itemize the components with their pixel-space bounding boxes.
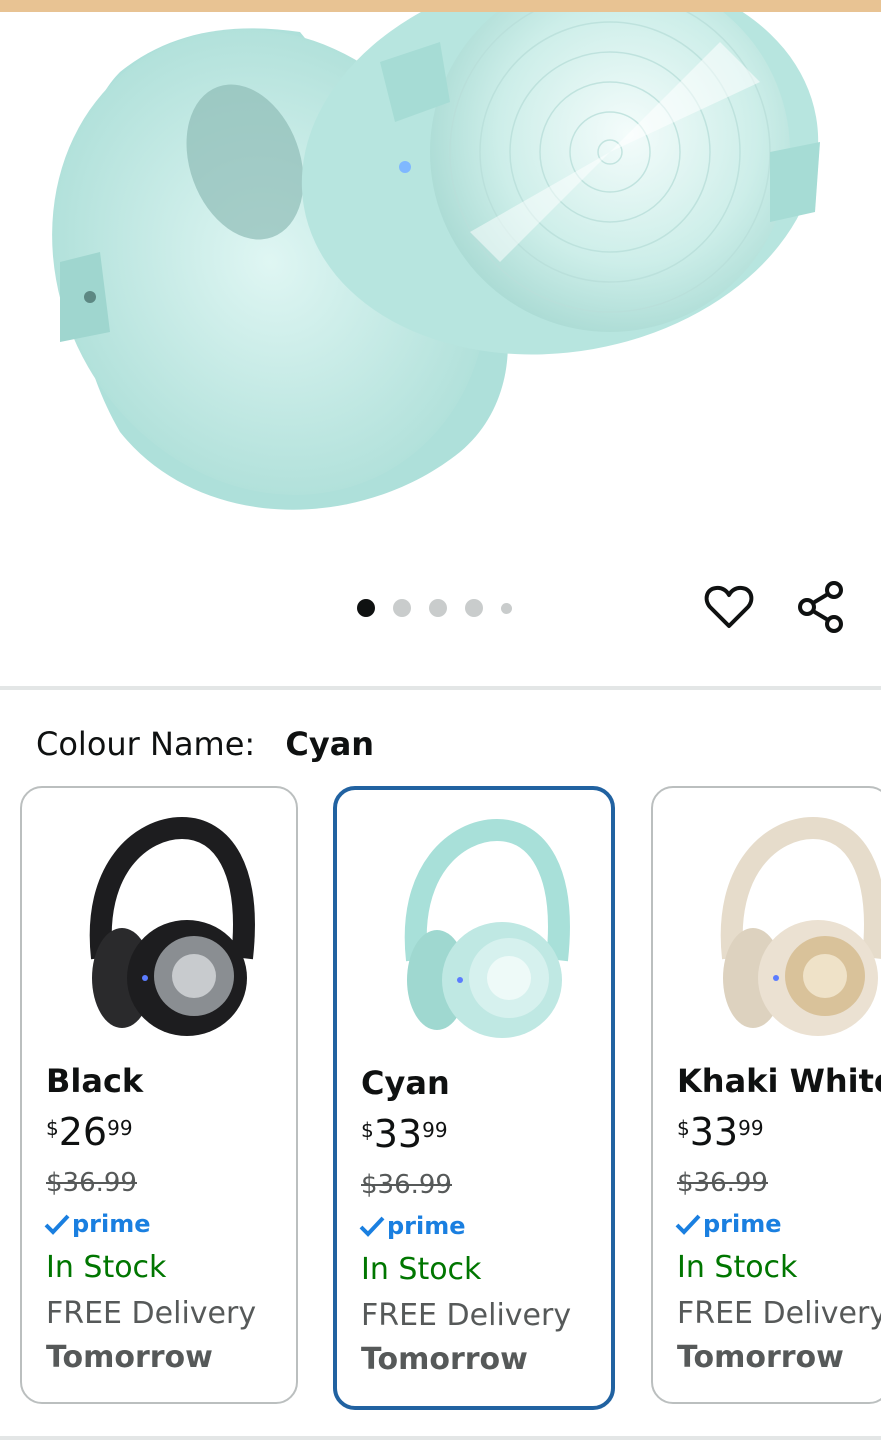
headphones-thumbnail-khaki-white [720,816,881,1036]
price-fraction: 99 [422,1118,448,1142]
section-divider [0,686,881,690]
delivery-label: FREE Delivery [361,1298,572,1333]
delivery-label: FREE Delivery [677,1296,881,1331]
prime-badge: prime [359,1212,466,1240]
price-whole: 33 [373,1112,423,1156]
price-whole: 33 [689,1110,739,1154]
price-fraction: 99 [738,1116,764,1140]
heart-outline-icon[interactable] [704,582,754,632]
swatch-name: Cyan [361,1064,450,1102]
swatch-card-cyan[interactable]: Cyan $3399 $36.99 prime In Stock FREE De… [333,786,615,1410]
prime-check-icon [675,1214,701,1235]
bottom-divider [0,1436,881,1440]
prime-label: prime [72,1210,151,1238]
stock-status: In Stock [677,1250,798,1285]
price-whole: 26 [58,1110,108,1154]
swatch-was-price: $36.99 [677,1168,768,1198]
share-icon[interactable] [796,580,848,634]
price-currency: $ [46,1116,59,1140]
stock-status: In Stock [361,1252,482,1287]
product-image[interactable] [0,12,881,572]
swatch-was-price: $36.99 [46,1168,137,1198]
prime-label: prime [703,1210,782,1238]
price-currency: $ [677,1116,690,1140]
carousel-dot[interactable] [393,599,411,617]
carousel-dots[interactable] [357,598,512,618]
carousel-dot[interactable] [429,599,447,617]
delivery-day: Tomorrow [46,1340,213,1375]
prime-label: prime [387,1212,466,1240]
colour-name-row: Colour Name: Cyan [36,722,374,766]
headphones-hero-illustration [52,12,820,510]
delivery-day: Tomorrow [361,1342,528,1377]
price-fraction: 99 [107,1116,133,1140]
headphones-thumbnail-cyan [404,818,570,1038]
swatch-card-black[interactable]: Black $2699 $36.99 prime In Stock FREE D… [20,786,298,1404]
prime-check-icon [359,1216,385,1237]
colour-label: Colour Name: [36,725,256,763]
swatch-price: $2699 [46,1110,133,1154]
delivery-day: Tomorrow [677,1340,844,1375]
headphones-thumbnail-black [89,816,255,1036]
swatch-name: Khaki White [677,1062,881,1100]
delivery-label: FREE Delivery [46,1296,257,1331]
swatch-price: $3399 [361,1112,448,1156]
swatch-card-khaki-white[interactable]: Khaki White $3399 $36.99 prime In Stock … [651,786,881,1404]
swatch-was-price: $36.99 [361,1170,452,1200]
price-currency: $ [361,1118,374,1142]
carousel-dot[interactable] [501,602,512,614]
top-strip [0,0,881,12]
prime-badge: prime [675,1210,782,1238]
swatch-price: $3399 [677,1110,764,1154]
colour-value: Cyan [285,725,375,763]
stock-status: In Stock [46,1250,167,1285]
carousel-dot[interactable] [465,599,483,617]
swatch-name: Black [46,1062,144,1100]
prime-badge: prime [44,1210,151,1238]
prime-check-icon [44,1214,70,1235]
carousel-dot-active[interactable] [357,599,375,617]
